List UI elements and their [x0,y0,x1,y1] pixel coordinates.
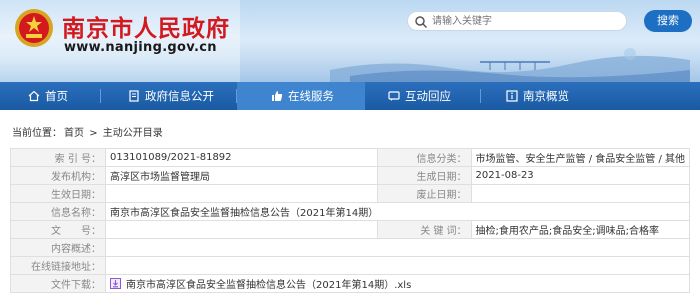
nav-item-label: 政府信息公开 [145,89,214,103]
main-nav: 首页 政府信息公开 在线服务 互动回应 南京概览 [0,82,700,110]
nav-item-label: 互动回应 [405,89,451,103]
repeal-date-label: 废止日期： [376,184,472,203]
keywords-label: 关 键 词： [376,220,472,239]
document-icon [129,90,139,102]
table-row: 文 号： 关 键 词： 抽检;食用农产品;食品安全;调味品;合格率 [9,220,691,239]
table-row: 文件下载： 南京市高淳区食品安全监督抽检信息公告（2021年第14期）.xls [9,274,690,293]
home-icon [28,90,40,102]
chat-icon [388,91,400,101]
site-url: www.nanjing.gov.cn [64,40,217,55]
nav-separator [100,89,101,103]
site-header: 南京市人民政府 www.nanjing.gov.cn 搜索 [0,0,700,82]
effective-date-value [105,184,378,203]
search-icon [415,16,428,29]
table-row: 在线链接地址： [9,256,690,275]
doc-number-value [105,220,378,239]
nav-item-gov-info[interactable]: 政府信息公开 [128,82,214,110]
breadcrumb-prefix: 当前位置： [12,128,62,139]
thumbs-up-icon [272,91,283,101]
breadcrumb-current-link[interactable]: 主动公开目录 [103,128,163,139]
breadcrumb: 当前位置： 首页 > 主动公开目录 [12,124,165,139]
national-emblem-icon [15,9,53,47]
online-link-value [105,256,690,275]
created-date-label: 生成日期： [376,166,472,185]
search-button[interactable]: 搜索 [644,10,692,32]
publisher-label: 发布机构： [9,166,107,185]
table-row: 信息名称： 南京市高淳区食品安全监督抽检信息公告（2021年第14期） [9,202,690,221]
info-name-label: 信息名称： [9,202,107,221]
table-row: 内容概述： [9,238,690,257]
table-row: 生效日期： 废止日期： [9,184,691,203]
banner-cityscape-graphic [330,48,690,82]
breadcrumb-home-link[interactable]: 首页 [64,128,84,139]
effective-date-label: 生效日期： [9,184,107,203]
repeal-date-value [470,184,691,203]
online-link-label: 在线链接地址： [9,256,107,275]
search-box [407,11,627,31]
file-download-label: 文件下载： [9,274,107,293]
file-download-cell: 南京市高淳区食品安全监督抽检信息公告（2021年第14期）.xls [105,274,690,293]
nav-item-interaction[interactable]: 互动回应 [388,82,451,110]
nav-item-nanjing-overview[interactable]: 南京概览 [506,82,569,110]
nav-item-label: 首页 [45,89,68,103]
category-label: 信息分类： [376,148,472,167]
nav-separator [480,89,481,103]
info-icon [506,90,518,102]
table-row: 索 引 号： 013101089/2021-81892 信息分类： 市场监管、安… [9,148,691,167]
search-input[interactable] [432,13,622,29]
publisher-value: 高淳区市场监督管理局 [105,166,378,185]
nav-item-label: 南京概览 [523,89,569,103]
overview-value [105,238,690,257]
download-icon [110,278,122,289]
nav-item-home[interactable]: 首页 [28,82,68,110]
nav-item-label: 在线服务 [288,89,334,103]
breadcrumb-separator: > [89,128,98,139]
document-info-table: 索 引 号： 013101089/2021-81892 信息分类： 市场监管、安… [9,148,691,293]
file-download-link[interactable]: 南京市高淳区食品安全监督抽检信息公告（2021年第14期）.xls [126,280,411,291]
overview-label: 内容概述： [9,238,107,257]
table-row: 发布机构： 高淳区市场监督管理局 生成日期： 2021-08-23 [9,166,691,185]
index-value: 013101089/2021-81892 [105,148,378,167]
site-title: 南京市人民政府 [62,16,230,42]
nav-item-online-service[interactable]: 在线服务 [237,82,365,110]
index-label: 索 引 号： [9,148,107,167]
category-value: 市场监管、安全生产监管 / 食品安全监管 / 其他 [470,148,691,167]
keywords-value: 抽检;食用农产品;食品安全;调味品;合格率 [470,220,691,239]
doc-number-label: 文 号： [9,220,107,239]
created-date-value: 2021-08-23 [470,166,691,185]
info-name-value: 南京市高淳区食品安全监督抽检信息公告（2021年第14期） [105,202,690,221]
